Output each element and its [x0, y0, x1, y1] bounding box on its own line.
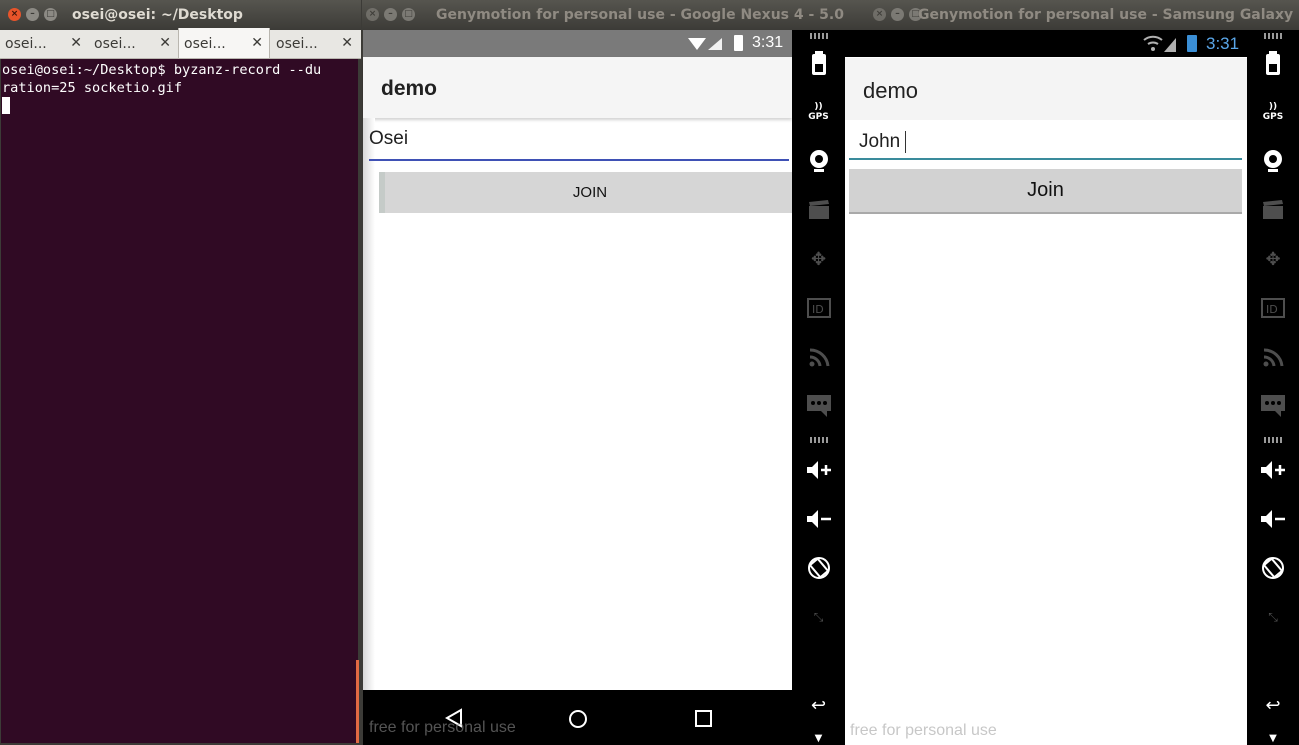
terminal-tab-active[interactable]: osei... ✕ [178, 28, 270, 58]
close-tab-icon[interactable]: ✕ [341, 35, 353, 51]
terminal-titlebar[interactable]: × – □ osei@osei: ~/Desktop [0, 0, 361, 30]
minimize-window-icon[interactable]: – [26, 8, 39, 21]
message-icon[interactable] [1260, 393, 1286, 419]
toolbar-grip [809, 33, 828, 39]
toolbar-grip [1264, 33, 1282, 39]
input-value: John [859, 131, 901, 152]
terminal-scrollbar[interactable] [356, 660, 359, 743]
minimize-window-icon[interactable]: – [384, 8, 397, 21]
camera-icon[interactable] [806, 148, 832, 174]
app-bar: demo [363, 57, 792, 118]
volume-down-icon[interactable] [806, 506, 832, 532]
scale-icon[interactable]: ⤡ [806, 604, 832, 630]
battery-status-icon [1187, 35, 1197, 52]
name-input[interactable]: Osei [369, 124, 789, 161]
close-window-icon[interactable]: × [873, 8, 886, 21]
genymotion-toolbar: )) GPS ✥ ID ⤡ ↩ ▼ [1247, 30, 1299, 745]
battery-icon[interactable] [1260, 50, 1286, 76]
status-bar: 3:31 [363, 30, 792, 57]
battery-status-icon [734, 35, 743, 51]
app-title: demo [863, 78, 919, 103]
toolbar-grip [1264, 437, 1282, 443]
terminal-tab[interactable]: osei... ✕ [271, 30, 359, 58]
nav-recents-icon[interactable] [694, 709, 714, 729]
gps-icon[interactable]: )) GPS [806, 99, 832, 125]
watermark-text: free for personal use [369, 719, 516, 736]
terminal-tab[interactable]: osei... ✕ [0, 30, 88, 58]
rotate-icon[interactable] [1260, 555, 1286, 581]
galaxy-emulator-window: × – □ Genymotion for personal use - Sams… [845, 0, 1299, 745]
more-down-icon[interactable]: ▼ [1260, 725, 1286, 745]
svg-text:ID: ID [812, 303, 824, 316]
app-title: demo [381, 77, 438, 100]
cast-icon[interactable] [806, 344, 832, 370]
svg-text:ID: ID [1266, 303, 1278, 316]
status-time: 3:31 [752, 34, 784, 51]
window-title: osei@osei: ~/Desktop [72, 7, 243, 23]
more-down-icon[interactable]: ▼ [806, 725, 832, 745]
terminal-tabbar: osei... ✕ osei... ✕ osei... ✕ osei... ✕ [0, 28, 361, 59]
terminal-cursor [2, 97, 10, 114]
tab-label: osei... [276, 36, 318, 52]
camera-icon[interactable] [1260, 148, 1286, 174]
id-icon[interactable]: ID [1260, 295, 1286, 321]
video-icon[interactable] [806, 197, 832, 223]
galaxy-titlebar[interactable]: × – □ Genymotion for personal use - Sams… [845, 0, 1299, 30]
video-icon[interactable] [1260, 197, 1286, 223]
close-tab-icon[interactable]: ✕ [159, 35, 171, 51]
nexus-titlebar[interactable]: × – □ Genymotion for personal use - Goog… [362, 0, 845, 30]
tab-label: osei... [184, 36, 226, 52]
nexus-screen: 3:31 demo Osei JOIN free for personal us… [363, 30, 795, 745]
nav-home-icon[interactable] [567, 708, 589, 730]
join-button[interactable]: Join [849, 169, 1242, 214]
id-icon[interactable]: ID [806, 295, 832, 321]
status-bar: 3:31 [845, 30, 1247, 57]
galaxy-screen: 3:31 demo John Join free for personal us… [845, 30, 1247, 745]
scale-icon[interactable]: ⤡ [1260, 604, 1286, 630]
genymotion-toolbar: )) GPS ✥ ID ⤡ ↩ ▼ [792, 30, 845, 745]
nexus-emulator-window: × – □ Genymotion for personal use - Goog… [362, 0, 845, 745]
tab-label: osei... [5, 36, 47, 52]
close-window-icon[interactable]: × [8, 8, 21, 21]
close-tab-icon[interactable]: ✕ [251, 35, 263, 51]
input-value: Osei [369, 128, 409, 149]
minimize-window-icon[interactable]: – [891, 8, 904, 21]
name-input[interactable]: John [849, 126, 1242, 160]
watermark-text: free for personal use [850, 722, 997, 739]
app-bar: demo [845, 58, 1247, 120]
back-icon[interactable]: ↩ [806, 692, 832, 718]
terminal-line: osei@osei:~/Desktop$ byzanz-record --du [2, 62, 322, 78]
close-tab-icon[interactable]: ✕ [70, 35, 82, 51]
tab-label: osei... [94, 36, 136, 52]
join-button[interactable]: JOIN [379, 172, 795, 213]
terminal-window: × – □ osei@osei: ~/Desktop osei... ✕ ose… [0, 0, 361, 745]
toolbar-grip [809, 437, 828, 443]
window-title: Genymotion for personal use - Google Nex… [436, 7, 845, 23]
message-icon[interactable] [806, 393, 832, 419]
volume-up-icon[interactable] [806, 457, 832, 483]
maximize-window-icon[interactable]: □ [402, 8, 415, 21]
shadow-edge [363, 118, 375, 718]
rotate-icon[interactable] [806, 555, 832, 581]
wifi-signal-icon [1143, 35, 1176, 52]
maximize-window-icon[interactable]: □ [44, 8, 57, 21]
cast-icon[interactable] [1260, 344, 1286, 370]
close-window-icon[interactable]: × [366, 8, 379, 21]
text-cursor [905, 131, 906, 153]
dpad-icon[interactable]: ✥ [1260, 246, 1286, 272]
volume-down-icon[interactable] [1260, 506, 1286, 532]
battery-icon[interactable] [806, 50, 832, 76]
volume-up-icon[interactable] [1260, 457, 1286, 483]
wifi-signal-icon [688, 38, 722, 50]
status-time: 3:31 [1206, 34, 1240, 53]
dpad-icon[interactable]: ✥ [806, 246, 832, 272]
gps-icon[interactable]: )) GPS [1260, 99, 1286, 125]
back-icon[interactable]: ↩ [1260, 692, 1286, 718]
terminal-tab[interactable]: osei... ✕ [89, 30, 177, 58]
terminal-output[interactable]: osei@osei:~/Desktop$ byzanz-record --du … [1, 59, 358, 743]
window-title: Genymotion for personal use - Samsung Ga… [918, 7, 1299, 23]
terminal-line: ration=25 socketio.gif [2, 80, 183, 96]
